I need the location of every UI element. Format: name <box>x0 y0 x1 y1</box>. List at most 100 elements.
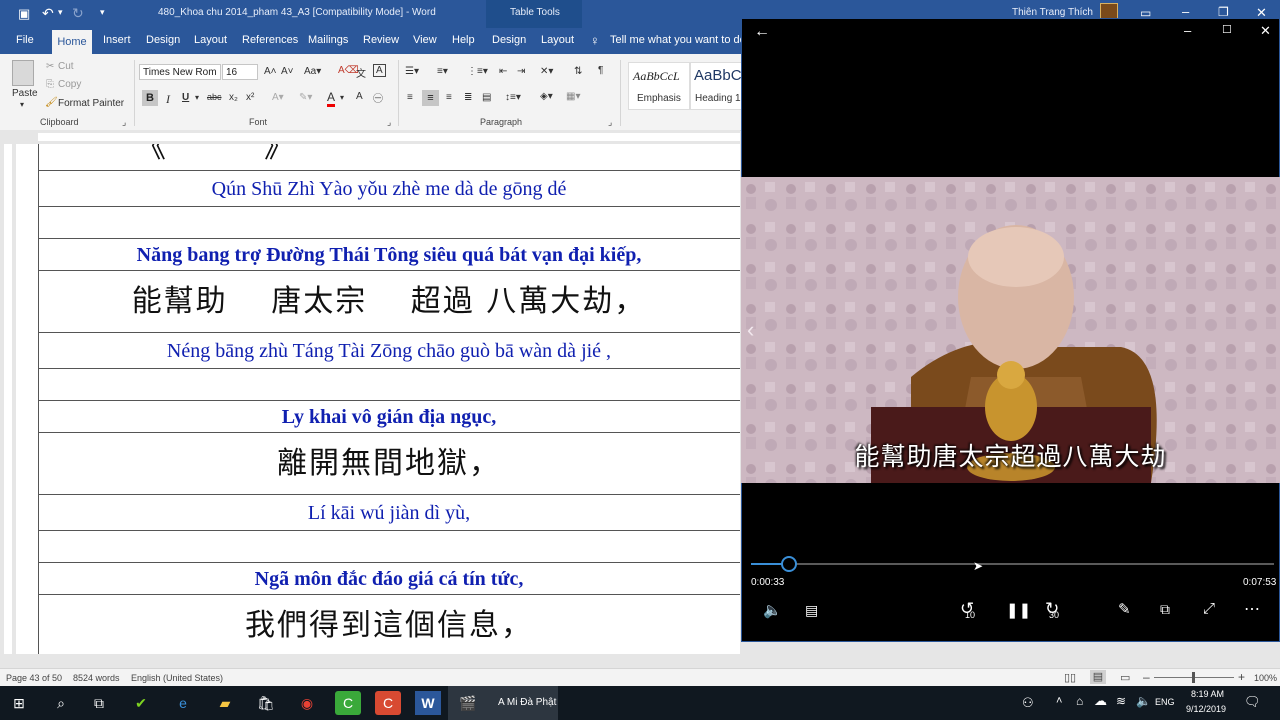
tab-references[interactable]: References <box>242 34 298 46</box>
camtasia-red-icon[interactable]: C <box>375 691 401 715</box>
subtitles-icon[interactable]: ▤ <box>805 602 818 619</box>
mini-view-icon[interactable]: ⧉ <box>1160 601 1170 618</box>
search-icon[interactable]: ⌕ <box>48 691 74 715</box>
italic-button[interactable]: I <box>166 92 170 107</box>
character-shading-icon[interactable]: A <box>356 91 363 102</box>
tab-insert[interactable]: Insert <box>103 34 131 46</box>
vietnamese-row[interactable]: Ly khai vô gián địa ngục, <box>38 400 740 432</box>
shrink-font-icon[interactable]: A˅ <box>281 66 294 77</box>
redo-icon[interactable]: ↻ <box>72 5 84 22</box>
speaker-icon[interactable]: 🔈 <box>1136 694 1151 708</box>
language-status[interactable]: English (United States) <box>131 673 223 683</box>
multilevel-list-icon[interactable]: ⋮≡▾ <box>467 66 488 77</box>
undo-icon[interactable]: ↶ <box>42 5 54 22</box>
align-right-icon[interactable]: ≡ <box>446 92 452 103</box>
tab-table-design[interactable]: Design <box>492 34 526 46</box>
strikethrough-button[interactable]: abc <box>207 92 222 102</box>
blank-row[interactable] <box>38 530 740 562</box>
wifi-icon[interactable]: ≋ <box>1116 694 1126 708</box>
change-case-icon[interactable]: Aa▾ <box>304 66 321 77</box>
start-windows-icon[interactable]: ⊞ <box>6 691 32 715</box>
document-page[interactable]: 《 》 Qún Shū Zhì Yào yǒu zhè me dà de gōn… <box>16 144 740 654</box>
paste-button[interactable]: Paste <box>12 88 38 99</box>
chinese-row[interactable]: 我們得到這個信息， <box>38 594 740 654</box>
zoom-out-icon[interactable]: – <box>1143 670 1150 684</box>
asian-layout-icon[interactable]: ✕▾ <box>540 66 553 77</box>
pinyin-row[interactable]: Néng bāng zhù Táng Tài Zōng chāo guò bā … <box>38 332 740 368</box>
onedrive-icon[interactable]: ☁ <box>1094 693 1107 709</box>
more-options-icon[interactable]: ⋯ <box>1244 599 1260 619</box>
bold-button[interactable]: B <box>142 90 158 106</box>
action-center-icon[interactable]: 🗨 <box>1244 694 1261 710</box>
clipboard-launcher-icon[interactable]: ⌟ <box>122 117 126 128</box>
highlight-icon[interactable]: ✎▾ <box>299 92 312 103</box>
read-mode-icon[interactable]: ▯▯ <box>1064 671 1076 684</box>
clipboard-icon[interactable] <box>12 60 34 86</box>
phonetic-guide-icon[interactable]: 文 <box>356 65 366 80</box>
shading-icon[interactable]: ◈▾ <box>540 91 553 102</box>
blank-row[interactable] <box>38 368 740 400</box>
tab-design[interactable]: Design <box>146 34 180 46</box>
bullets-icon[interactable]: ☰▾ <box>405 66 419 77</box>
font-color-icon[interactable]: A <box>327 90 336 107</box>
tab-help[interactable]: Help <box>452 34 475 46</box>
print-layout-icon[interactable]: ▤ <box>1090 670 1106 684</box>
format-painter-button[interactable]: Format Painter <box>58 98 124 109</box>
camtasia-green-icon[interactable]: C <box>335 691 361 715</box>
cut-button[interactable]: Cut <box>58 61 74 72</box>
restore-icon[interactable]: ❐ <box>1218 5 1229 19</box>
file-explorer-icon[interactable]: ▰ <box>212 691 238 715</box>
show-hidden-icons-icon[interactable]: ˄ <box>1056 695 1062 707</box>
blank-row[interactable] <box>38 206 740 238</box>
superscript-icon[interactable]: x² <box>246 92 254 103</box>
vietnamese-row[interactable]: Ngã môn đắc đáo giá cá tín tức, <box>38 562 740 594</box>
word-count[interactable]: 8524 words <box>73 673 120 683</box>
paragraph-launcher-icon[interactable]: ⌟ <box>608 117 612 128</box>
paste-dropdown-icon[interactable]: ▾ <box>20 100 24 109</box>
increase-indent-icon[interactable]: ⇥ <box>517 66 525 77</box>
player-maximize-icon[interactable]: ☐ <box>1222 23 1232 36</box>
minimize-icon[interactable]: – <box>1182 4 1189 19</box>
prev-video-icon[interactable]: ‹ <box>747 317 754 343</box>
undo-dropdown-icon[interactable]: ▾ <box>58 7 63 18</box>
underline-dropdown-icon[interactable]: ▾ <box>195 93 199 102</box>
align-center-icon[interactable]: ≡ <box>422 90 439 106</box>
store-icon[interactable]: 🛍 <box>253 691 279 715</box>
save-icon[interactable]: ▣ <box>18 6 30 22</box>
zoom-level[interactable]: 100% <box>1254 673 1277 683</box>
text-effects-icon[interactable]: A▾ <box>272 92 284 103</box>
borders-icon[interactable]: ▦▾ <box>566 91 580 102</box>
page-count[interactable]: Page 43 of 50 <box>6 673 62 683</box>
input-language[interactable]: ENG <box>1155 697 1175 707</box>
subscript-icon[interactable]: x₂ <box>229 92 238 103</box>
font-name-box[interactable]: Times New Rom <box>139 64 221 80</box>
customize-qat-icon[interactable]: ▾ <box>100 7 105 18</box>
numbering-icon[interactable]: ≡▾ <box>437 66 448 77</box>
zoom-in-icon[interactable]: + <box>1238 670 1245 684</box>
show-formatting-icon[interactable]: ¶ <box>598 65 603 76</box>
volume-icon[interactable]: 🔈 <box>763 601 782 619</box>
edit-pencil-icon[interactable]: ✎ <box>1118 600 1131 618</box>
back-arrow-icon[interactable]: ← <box>754 23 770 41</box>
sync-icon[interactable]: ⌂ <box>1076 694 1083 708</box>
underline-button[interactable]: U <box>182 92 189 103</box>
clock-date[interactable]: 9/12/2019 <box>1186 704 1226 714</box>
chrome-icon[interactable]: ◉ <box>294 691 320 715</box>
font-launcher-icon[interactable]: ⌟ <box>387 117 391 128</box>
font-size-box[interactable]: 16 <box>222 64 258 80</box>
tab-file[interactable]: File <box>16 34 34 46</box>
decrease-indent-icon[interactable]: ⇤ <box>499 66 507 77</box>
line-spacing-icon[interactable]: ↕≡▾ <box>505 92 521 103</box>
style-heading-1[interactable]: AaBbC Heading 1 <box>690 62 742 110</box>
clock-time[interactable]: 8:19 AM <box>1191 689 1224 699</box>
pinyin-row[interactable]: Qún Shū Zhì Yào yǒu zhè me dà de gōng dé <box>38 170 740 206</box>
enclose-characters-icon[interactable]: ㊀ <box>373 90 383 105</box>
vietnamese-row[interactable]: Năng bang trợ Đường Thái Tông siêu quá b… <box>38 238 740 270</box>
tab-home[interactable]: Home <box>52 30 92 54</box>
fullscreen-icon[interactable]: ⤢ <box>1203 600 1215 617</box>
player-minimize-icon[interactable]: – <box>1184 23 1191 38</box>
copy-button[interactable]: Copy <box>58 79 81 90</box>
justify-icon[interactable]: ≣ <box>464 92 472 103</box>
seek-bar-thumb[interactable] <box>781 556 797 572</box>
word-app-icon[interactable]: W <box>415 691 441 715</box>
